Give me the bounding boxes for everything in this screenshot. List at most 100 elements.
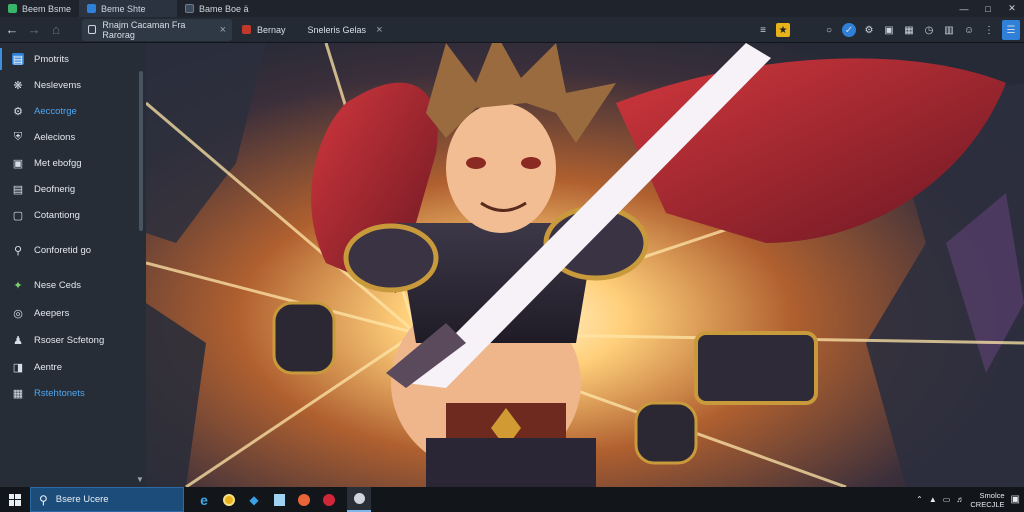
browser-tab-1[interactable]: Beem Bsme	[0, 0, 79, 17]
extension-icon[interactable]: ★	[776, 23, 790, 37]
sidebar-item-cotantiong[interactable]: ▢ Cotantiong	[0, 204, 140, 226]
sidebar-item-label: Pmotrits	[34, 53, 69, 65]
files-icon[interactable]	[267, 487, 291, 512]
image-icon	[185, 4, 195, 13]
bolt-icon: ✦	[13, 279, 23, 292]
grid-icon[interactable]: ▦	[902, 23, 916, 37]
edge-icon[interactable]: e	[192, 487, 216, 512]
store-icon[interactable]: ◆	[242, 487, 266, 512]
sidebar-item-rsoser-scfetong[interactable]: ♟ Rsoser Scfetong	[0, 329, 140, 351]
close-icon[interactable]: ✕	[1000, 0, 1024, 17]
document-tab-label: Rnajm Cacaman Fra Rarorag	[102, 19, 186, 40]
sidebar-item-nese-ceds[interactable]: ✦ Nese Ceds	[0, 274, 140, 296]
close-icon[interactable]: ×	[220, 24, 226, 36]
volume-icon[interactable]: ♬	[956, 495, 964, 504]
media-icon[interactable]	[292, 487, 316, 512]
steam-icon[interactable]	[347, 487, 371, 512]
back-button[interactable]: ←	[2, 20, 22, 40]
taskbar: ⚲ Bsere Ucere e ◆ ⌃ ▲ ▭ ♬ Smolce CRECJLE…	[0, 487, 1024, 512]
shield-icon[interactable]: ✓	[842, 23, 856, 37]
sidebar-item-label: Met ebofgg	[34, 157, 82, 169]
sidebar-item-label: Aelecions	[34, 131, 76, 143]
window-icon	[87, 4, 97, 13]
sidebar-item-label: Rstehtonets	[34, 387, 85, 399]
sidebar-item-aeccotrge[interactable]: ⚙ Aeccotrge	[0, 100, 140, 122]
sidebar-item-label: Nese Ceds	[34, 279, 81, 291]
battery-icon[interactable]: ▭	[943, 495, 951, 504]
search-text: Bsere Ucere	[55, 494, 109, 505]
clock-time: Smolce	[979, 490, 1005, 500]
profile-icon[interactable]: ☺	[962, 23, 976, 37]
document-tab-label: Sneleris Gelas	[307, 24, 367, 35]
opera-icon[interactable]	[317, 487, 341, 512]
sidebar-item-deofnerig[interactable]: ▤ Deofnerig	[0, 178, 140, 200]
document-tab-1[interactable]: Rnajm Cacaman Fra Rarorag ×	[82, 18, 232, 41]
browser-tab-label: Beem Bsme	[22, 3, 72, 14]
browser-tab-label: Bame Boe ä	[199, 3, 249, 14]
system-tray: ⌃ ▲ ▭ ♬ Smolce CRECJLE ▣	[916, 487, 1024, 512]
sidebar-item-aentre[interactable]: ◨ Aentre	[0, 356, 140, 378]
cart-icon[interactable]: ▥	[942, 23, 956, 37]
forward-button[interactable]: →	[24, 20, 44, 40]
sidebar-item-label: Aeepers	[34, 307, 70, 319]
sidebar-item-met-ebofgg[interactable]: ▣ Met ebofgg	[0, 152, 140, 174]
search-icon: ⚲	[39, 492, 48, 507]
settings-icon[interactable]: ⚙	[862, 23, 876, 37]
chrome-icon[interactable]	[217, 487, 241, 512]
sidebar-item-conforetid-go[interactable]: ⚲ Conforetid go	[0, 239, 140, 261]
toolbar-icons: ≡ ★ ○ ✓ ⚙ ▣ ▦ ◷ ▥ ☺ ⋮ ☰	[756, 17, 1024, 43]
sidebar-item-aeepers[interactable]: ◎ Aeepers	[0, 302, 140, 324]
document-icon: ▤	[12, 183, 24, 196]
browser-tab-label: Beme Shte	[101, 3, 146, 14]
network-icon[interactable]: ▲	[929, 495, 937, 504]
sidebar-item-label: Conforetid go	[34, 244, 92, 256]
start-button[interactable]	[0, 487, 30, 512]
sidebar-scrollbar[interactable]	[139, 71, 143, 231]
toolbar: ← → ⌂ Rnajm Cacaman Fra Rarorag × Bernay…	[0, 17, 1024, 43]
user-icon: ♟	[13, 334, 23, 347]
home-icon: ⌂	[52, 22, 60, 37]
sidebar: ▤ Pmotrits ❋ Neslevems ⚙ Aeccotrge ⛨ Ael…	[0, 43, 146, 487]
maximize-icon[interactable]: □	[976, 0, 1000, 17]
title-bar: Beem Bsme Beme Shte Bame Boe ä — □ ✕	[0, 0, 1024, 17]
artwork-canvas	[146, 43, 1024, 487]
arrow-left-icon: ←	[5, 22, 19, 37]
sidebar-item-aelecions[interactable]: ⛨ Aelecions	[0, 126, 140, 148]
taskbar-search[interactable]: ⚲ Bsere Ucere	[30, 487, 184, 512]
close-icon[interactable]: ×	[376, 24, 382, 36]
sidebar-item-rstehtonets[interactable]: ▦ Rstehtonets	[0, 382, 140, 404]
app-icon	[242, 25, 251, 34]
browser-tab-2[interactable]: Beme Shte	[79, 0, 178, 17]
layout-icon: ▦	[12, 387, 24, 400]
store-icon: ▤	[12, 53, 24, 66]
folder-icon: ▢	[12, 209, 24, 222]
sidebar-item-label: Neslevems	[34, 79, 81, 91]
sidebar-item-neslevems[interactable]: ❋ Neslevems	[0, 74, 140, 96]
minimize-icon[interactable]: —	[952, 0, 976, 17]
window-icon[interactable]: ▣	[882, 23, 896, 37]
chevron-up-icon[interactable]: ⌃	[916, 495, 923, 504]
notification-icon[interactable]: ▣	[1011, 494, 1020, 505]
clock-icon[interactable]: ◷	[922, 23, 936, 37]
sidebar-item-label: Aentre	[34, 361, 62, 373]
document-tab-3[interactable]: Sneleris Gelas ×	[302, 19, 389, 41]
browser-tab-3[interactable]: Bame Boe ä	[177, 0, 257, 17]
windows-logo-icon	[9, 493, 21, 506]
scroll-down-icon[interactable]: ▼	[136, 475, 144, 484]
sidebar-toggle-icon[interactable]: ☰	[1002, 20, 1020, 40]
page-icon	[88, 25, 97, 34]
document-tab-label: Bernay	[257, 24, 286, 35]
sidebar-item-pmotrits[interactable]: ▤ Pmotrits	[0, 48, 140, 70]
chat-icon[interactable]: ○	[822, 23, 836, 37]
hero-illustration	[146, 43, 1024, 487]
more-icon[interactable]: ⋮	[982, 23, 996, 37]
menu-icon[interactable]: ≡	[756, 23, 770, 37]
gear-icon: ⚙	[13, 105, 23, 118]
home-button[interactable]: ⌂	[46, 20, 66, 40]
sidebar-item-label: Aeccotrge	[34, 105, 77, 117]
clock[interactable]: Smolce CRECJLE	[970, 491, 1004, 509]
shield-icon: ⛨	[13, 130, 23, 143]
document-tab-2[interactable]: Bernay	[236, 19, 292, 41]
window-controls: — □ ✕	[952, 0, 1024, 17]
